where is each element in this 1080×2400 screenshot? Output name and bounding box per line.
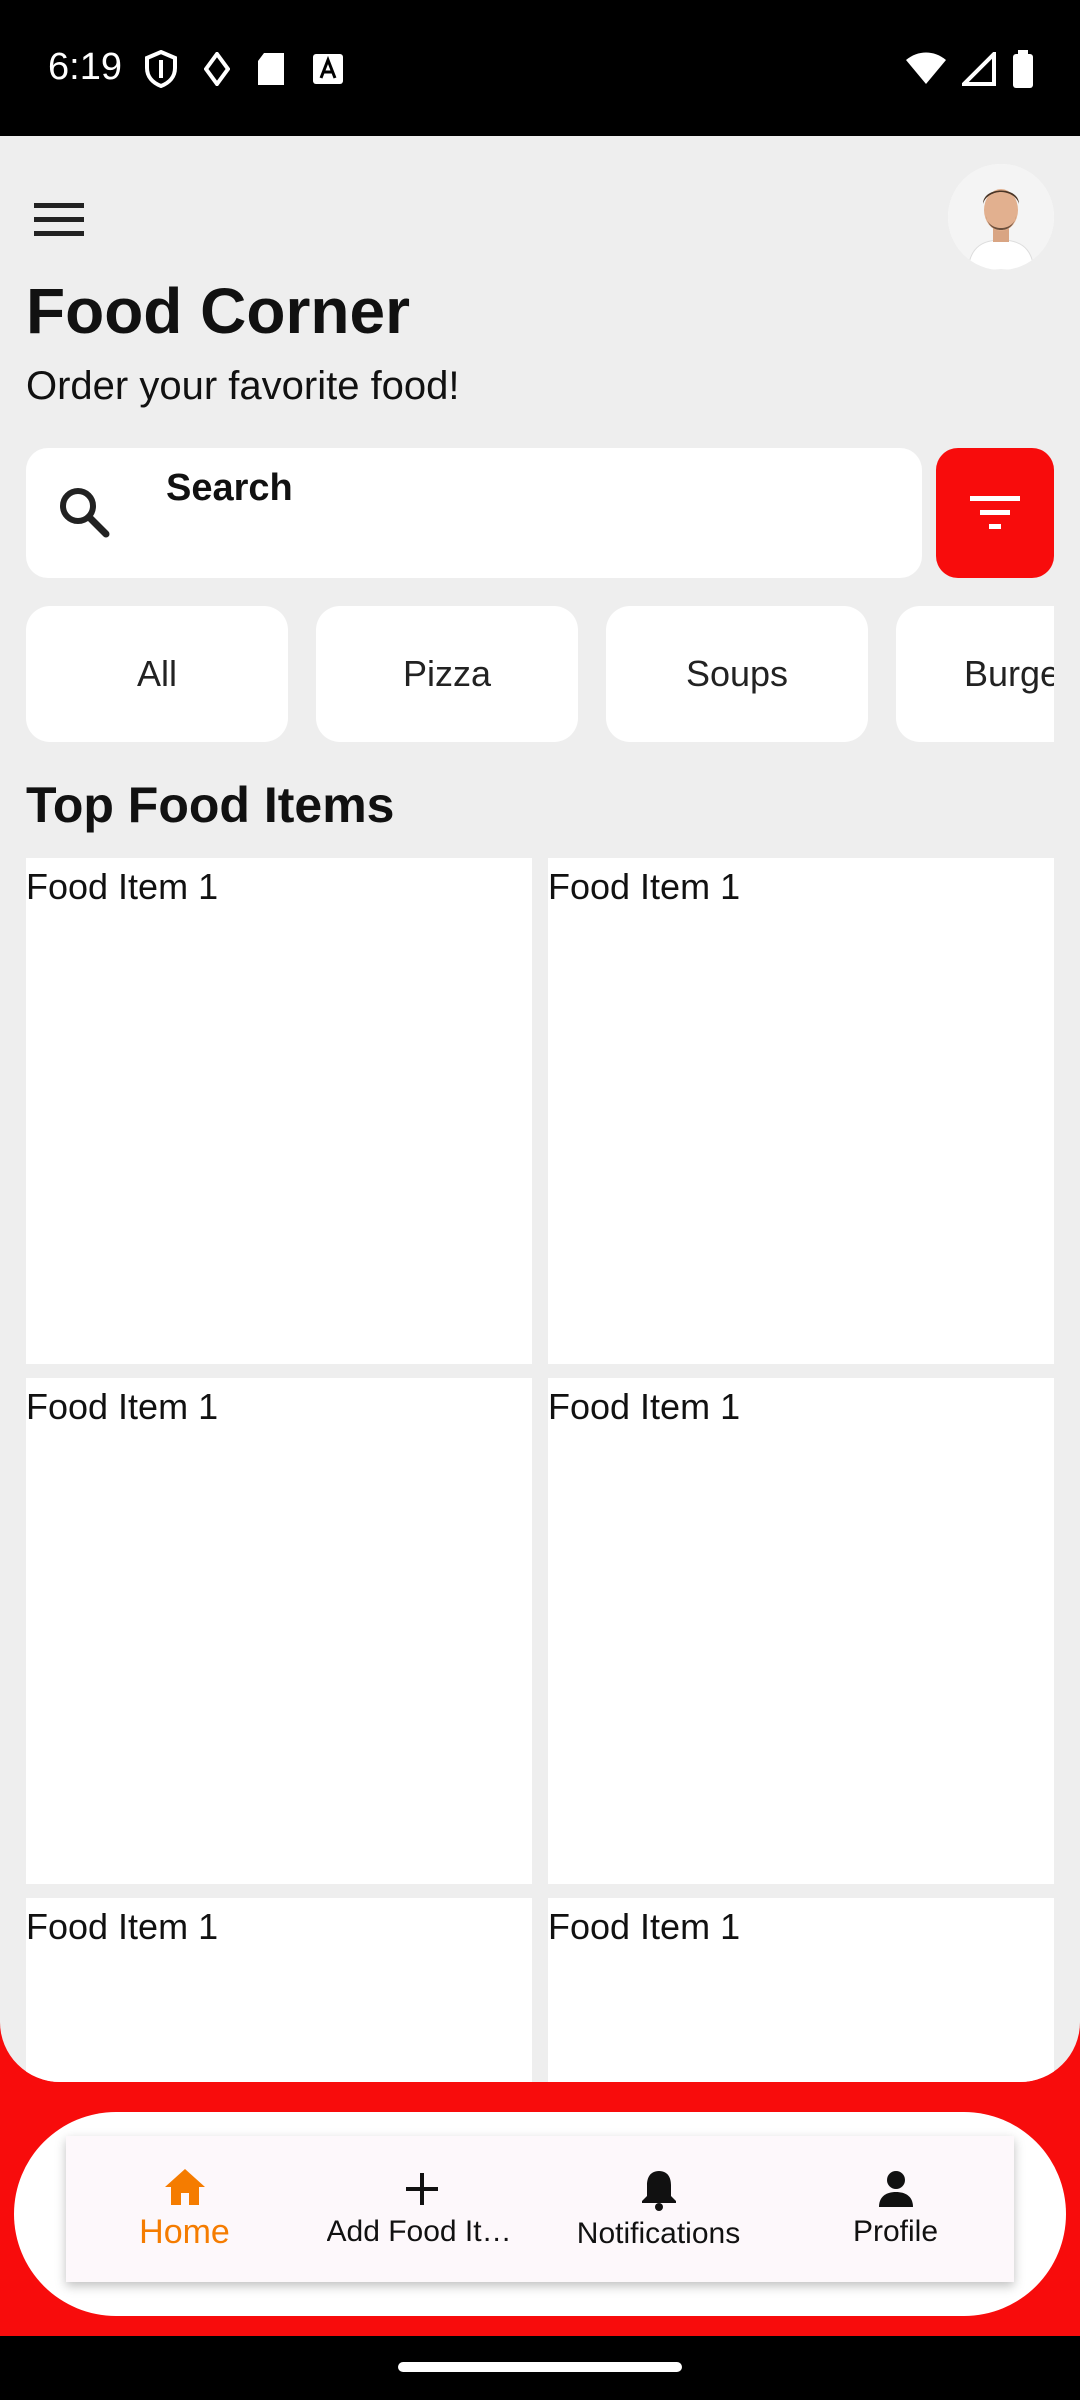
- bottom-nav: Home Add Food Items Notifications Profil…: [66, 2136, 1014, 2282]
- page-subtitle: Order your favorite food!: [26, 364, 460, 408]
- font-icon: [313, 54, 343, 84]
- nav-notifications[interactable]: Notifications: [540, 2136, 777, 2282]
- food-card[interactable]: Food Item 1: [548, 1898, 1054, 2082]
- food-card-label: Food Item 1: [26, 1386, 219, 1427]
- battery-icon: [1013, 50, 1033, 88]
- filter-button[interactable]: [936, 448, 1054, 578]
- avatar[interactable]: [948, 164, 1054, 270]
- food-card-label: Food Item 1: [26, 1906, 219, 1947]
- food-card-label: Food Item 1: [548, 1386, 741, 1427]
- search-bar[interactable]: [26, 448, 922, 578]
- home-indicator[interactable]: [398, 2362, 682, 2372]
- food-grid: Food Item 1 Food Item 1 Food Item 1 Food…: [26, 858, 1054, 2082]
- food-card[interactable]: Food Item 1: [26, 1898, 532, 2082]
- category-chip-pizza[interactable]: Pizza: [316, 606, 578, 742]
- nav-home-label: Home: [139, 2212, 230, 2251]
- category-chips: All Pizza Soups Burgers: [26, 606, 1054, 742]
- shield-icon: [145, 50, 177, 88]
- menu-button[interactable]: [28, 188, 90, 250]
- signal-icon: [962, 52, 996, 86]
- diamond-icon: [204, 52, 230, 86]
- nav-add-food-items-label: Add Food Items: [326, 2215, 517, 2248]
- filter-icon: [970, 496, 1020, 529]
- person-icon: [878, 2171, 913, 2207]
- profile-photo: [948, 164, 1054, 270]
- status-time: 6:19: [48, 46, 122, 88]
- nav-profile-label: Profile: [852, 2215, 939, 2248]
- section-title: Top Food Items: [26, 777, 395, 833]
- food-card-label: Food Item 1: [548, 1906, 741, 1947]
- food-card[interactable]: Food Item 1: [26, 1378, 532, 1884]
- status-icons-right: [906, 50, 1034, 88]
- category-chip-burgers[interactable]: Burgers: [896, 606, 1054, 742]
- sd-card-icon: [258, 53, 284, 85]
- main-content: Food Corner Order your favorite food! Al…: [0, 136, 1080, 2082]
- food-card[interactable]: Food Item 1: [548, 1378, 1054, 1884]
- food-card-label: Food Item 1: [548, 866, 741, 907]
- nav-profile[interactable]: Profile: [777, 2136, 1014, 2282]
- nav-add-food-items[interactable]: Add Food Items: [303, 2136, 540, 2282]
- search-icon: [60, 488, 110, 538]
- hamburger-menu-icon: [34, 203, 84, 236]
- nav-notifications-label: Notifications: [576, 2217, 741, 2250]
- status-bar: 6:19: [0, 0, 1080, 136]
- wifi-icon: [906, 52, 946, 84]
- category-chip-all[interactable]: All: [26, 606, 288, 742]
- food-card[interactable]: Food Item 1: [548, 858, 1054, 1364]
- search-input[interactable]: [164, 466, 868, 511]
- page-title: Food Corner: [26, 275, 410, 347]
- bell-icon: [641, 2171, 676, 2211]
- food-card-label: Food Item 1: [26, 866, 219, 907]
- status-icons-left: [144, 50, 344, 88]
- home-icon: [164, 2168, 205, 2205]
- nav-home[interactable]: Home: [66, 2136, 303, 2282]
- plus-icon: [405, 2173, 438, 2205]
- category-chip-soups[interactable]: Soups: [606, 606, 868, 742]
- food-card[interactable]: Food Item 1: [26, 858, 532, 1364]
